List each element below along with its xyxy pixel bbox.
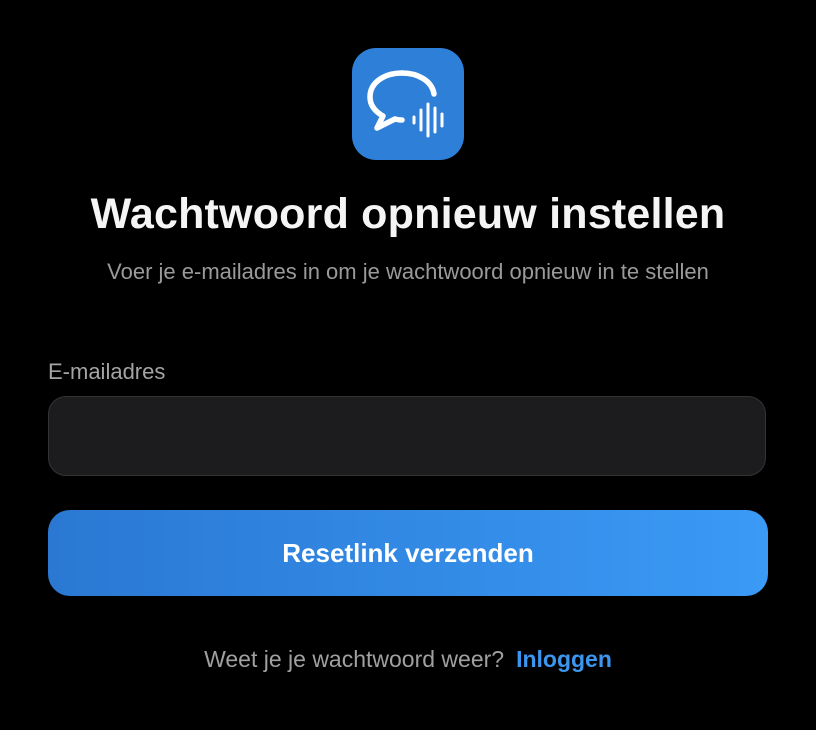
page-subtitle: Voer je e-mailadres in om je wachtwoord …: [107, 259, 709, 284]
email-field[interactable]: [48, 396, 766, 476]
login-prompt-text: Weet je je wachtwoord weer?: [204, 646, 505, 672]
email-label: E-mailadres: [48, 359, 166, 384]
send-reset-link-button[interactable]: Resetlink verzenden: [48, 510, 768, 596]
page-title: Wachtwoord opnieuw instellen: [90, 190, 726, 238]
login-link[interactable]: Inloggen: [516, 646, 612, 672]
login-prompt: Weet je je wachtwoord weer? Inloggen: [48, 646, 768, 673]
chat-voice-icon: [367, 70, 444, 138]
app-logo: [352, 48, 464, 160]
